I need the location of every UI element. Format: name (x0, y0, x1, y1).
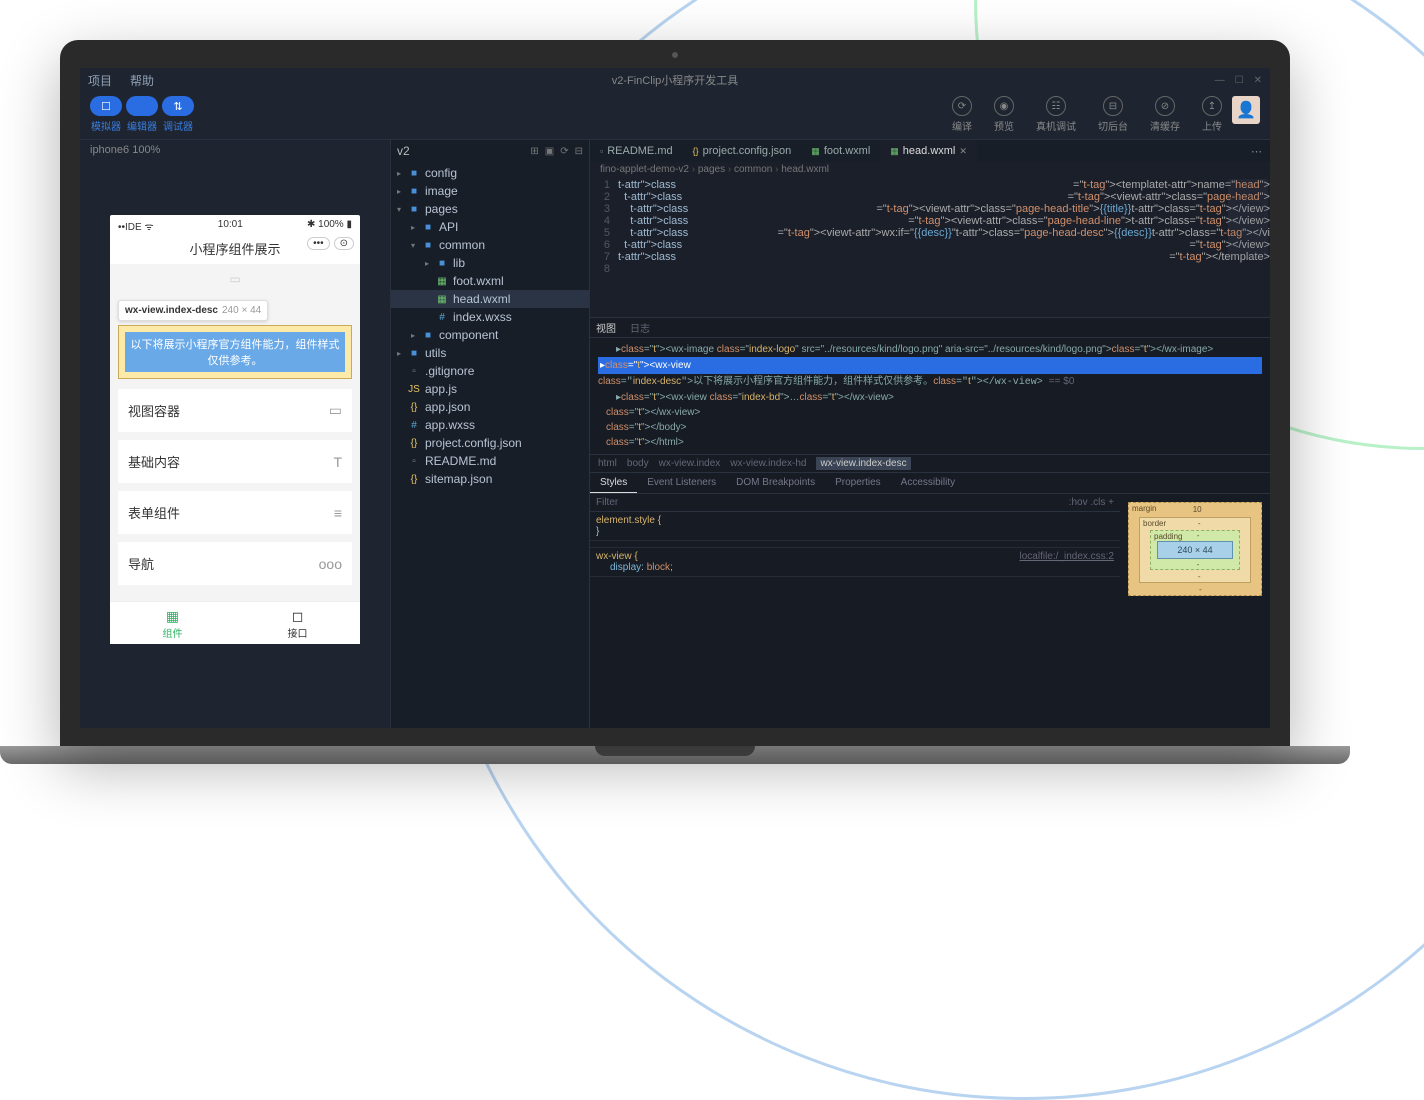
tree-node-API[interactable]: ▸■API (391, 218, 589, 236)
menubar: 项目 帮助 v2-FinClip小程序开发工具 — ☐ ✕ (80, 68, 1270, 92)
capsule-close-icon[interactable]: ⊙ (334, 237, 354, 250)
styles-filter-controls[interactable]: :hov .cls + (1069, 497, 1114, 508)
main-split: iphone6 100% ••IDE ᯤ 10:01 ✱ 100% ▮ 小程序组… (80, 139, 1270, 728)
styles-tab-Styles[interactable]: Styles (590, 473, 637, 493)
capsule-more-icon[interactable]: ••• (307, 237, 330, 250)
breadcrumb[interactable]: fino-applet-demo-v2 (600, 164, 698, 175)
dom-breadcrumb[interactable]: html body wx-view.index wx-view.index-hd wx-… (590, 454, 1270, 473)
styles-tab-DOM Breakpoints[interactable]: DOM Breakpoints (726, 473, 825, 493)
styles-tab-Properties[interactable]: Properties (825, 473, 891, 493)
box-model: margin 10 border - padding - 240 × 4 (1120, 494, 1270, 728)
tree-node-.gitignore[interactable]: ▫.gitignore (391, 362, 589, 380)
laptop-camera (672, 52, 678, 58)
new-file-icon[interactable]: ⊞ (530, 146, 538, 157)
breadcrumb[interactable]: pages (698, 164, 734, 175)
phone-tab-接口[interactable]: ◻接口 (235, 602, 360, 644)
breadcrumb[interactable]: common (734, 164, 781, 175)
simulator-panel: iphone6 100% ••IDE ᯤ 10:01 ✱ 100% ▮ 小程序组… (80, 140, 390, 728)
tree-node-head.wxml[interactable]: ▦head.wxml (391, 290, 589, 308)
editor-column: ▫ README.md {} project.config.json ▦ foo… (590, 140, 1270, 728)
highlighted-element[interactable]: 以下将展示小程序官方组件能力，组件样式仅供参考。 (118, 325, 352, 379)
maximize-icon[interactable]: ☐ (1235, 75, 1244, 86)
editor-tab-README.md[interactable]: ▫ README.md (590, 140, 683, 162)
code-editor[interactable]: 1t-attr">class="t-tag"><template t-attr"… (590, 177, 1270, 317)
tree-node-pages[interactable]: ▾■pages (391, 200, 589, 218)
styles-tab-Accessibility[interactable]: Accessibility (891, 473, 965, 493)
mode-2[interactable]: ⇅调试器 (162, 96, 194, 133)
minimap[interactable] (1228, 179, 1268, 259)
action-预览[interactable]: ◉预览 (994, 96, 1014, 133)
tree-node-app.js[interactable]: JSapp.js (391, 380, 589, 398)
window-controls: — ☐ ✕ (1215, 75, 1262, 86)
breadcrumb[interactable]: head.wxml (781, 164, 829, 175)
tree-node-common[interactable]: ▾■common (391, 236, 589, 254)
minimize-icon[interactable]: — (1215, 75, 1225, 86)
tree-node-lib[interactable]: ▸■lib (391, 254, 589, 272)
action-上传[interactable]: ↥上传 (1202, 96, 1222, 133)
phone-page-title: 小程序组件展示 (189, 242, 280, 257)
action-清缓存[interactable]: ⊘清缓存 (1150, 96, 1180, 133)
tree-node-README.md[interactable]: ▫README.md (391, 452, 589, 470)
action-真机调试[interactable]: ☷真机调试 (1036, 96, 1076, 133)
list-item[interactable]: 表单组件≡ (118, 491, 352, 534)
list-item[interactable]: 基础内容T (118, 440, 352, 483)
tree-node-utils[interactable]: ▸■utils (391, 344, 589, 362)
toolbar: ☐模拟器 编辑器 ⇅调试器 ⟳编译 ◉预览 ☷真机调试 ⊟切后台 ⊘清缓存 ↥上… (80, 92, 1270, 139)
tree-node-sitemap.json[interactable]: {}sitemap.json (391, 470, 589, 488)
inspect-tooltip: wx-view.index-desc240 × 44 (118, 300, 268, 321)
tree-node-app.json[interactable]: {}app.json (391, 398, 589, 416)
devtools-tab-log[interactable]: 日志 (630, 320, 650, 335)
menu-help[interactable]: 帮助 (130, 72, 154, 89)
styles-tab-Event Listeners[interactable]: Event Listeners (637, 473, 726, 493)
phone-status-time: 10:01 (218, 219, 243, 233)
window-title: v2-FinClip小程序开发工具 (612, 72, 739, 88)
dom-crumb[interactable]: html (598, 458, 617, 469)
mode-0[interactable]: ☐模拟器 (90, 96, 122, 133)
laptop-frame: 项目 帮助 v2-FinClip小程序开发工具 — ☐ ✕ ☐模拟器 编辑器 ⇅… (60, 40, 1290, 764)
tree-node-config[interactable]: ▸■config (391, 164, 589, 182)
phone-status-left: ••IDE ᯤ (118, 219, 154, 233)
action-编译[interactable]: ⟳编译 (952, 96, 972, 133)
editor-tab-foot.wxml[interactable]: ▦ foot.wxml (801, 140, 880, 162)
new-folder-icon[interactable]: ▣ (545, 146, 554, 157)
devtools: 视图 日志 ▸class="t"><wx-image class="index-… (590, 317, 1270, 728)
avatar[interactable]: 👤 (1232, 96, 1260, 124)
action-切后台[interactable]: ⊟切后台 (1098, 96, 1128, 133)
list-item[interactable]: 视图容器▭ (118, 389, 352, 432)
tree-node-index.wxss[interactable]: #index.wxss (391, 308, 589, 326)
menu-project[interactable]: 项目 (88, 72, 112, 89)
simulator-device-label: iphone6 100% (80, 140, 390, 160)
styles-filter-input[interactable]: Filter (596, 497, 618, 508)
devtools-tab-view[interactable]: 视图 (596, 320, 616, 335)
editor-tab-head.wxml[interactable]: ▦ head.wxml✕ (880, 140, 977, 162)
dom-crumb[interactable]: wx-view.index-hd (730, 458, 806, 469)
editor-tab-project.config.json[interactable]: {} project.config.json (683, 140, 802, 162)
tree-node-foot.wxml[interactable]: ▦foot.wxml (391, 272, 589, 290)
tree-node-app.wxss[interactable]: #app.wxss (391, 416, 589, 434)
box-model-content: 240 × 44 (1157, 541, 1233, 559)
tree-node-image[interactable]: ▸■image (391, 182, 589, 200)
dom-tree[interactable]: ▸class="t"><wx-image class="index-logo" … (590, 338, 1270, 454)
phone-status-right: ✱ 100% ▮ (307, 219, 352, 233)
phone-tab-组件[interactable]: ▦组件 (110, 602, 235, 644)
explorer-root[interactable]: v2 (397, 144, 410, 158)
tree-node-project.config.json[interactable]: {}project.config.json (391, 434, 589, 452)
refresh-icon[interactable]: ⟳ (560, 146, 568, 157)
ide-window: 项目 帮助 v2-FinClip小程序开发工具 — ☐ ✕ ☐模拟器 编辑器 ⇅… (80, 68, 1270, 728)
styles-pane[interactable]: Filter :hov .cls + element.style {}</spa… (590, 494, 1120, 728)
tree-node-component[interactable]: ▸■component (391, 326, 589, 344)
close-icon[interactable]: ✕ (1254, 75, 1262, 86)
list-item[interactable]: 导航ooo (118, 542, 352, 585)
mode-1[interactable]: 编辑器 (126, 96, 158, 133)
collapse-icon[interactable]: ⊟ (575, 146, 583, 157)
file-explorer: v2 ⊞ ▣ ⟳ ⊟ ▸■config ▸■image ▾■pages ▸■AP… (390, 140, 590, 728)
tabs-more-icon[interactable]: ⋯ (1243, 145, 1270, 158)
simulator-device: ••IDE ᯤ 10:01 ✱ 100% ▮ 小程序组件展示 ••• ⊙ (110, 215, 360, 644)
dom-crumb[interactable]: body (627, 458, 649, 469)
dom-crumb[interactable]: wx-view.index (659, 458, 721, 469)
dom-crumb[interactable]: wx-view.index-desc (816, 457, 910, 470)
